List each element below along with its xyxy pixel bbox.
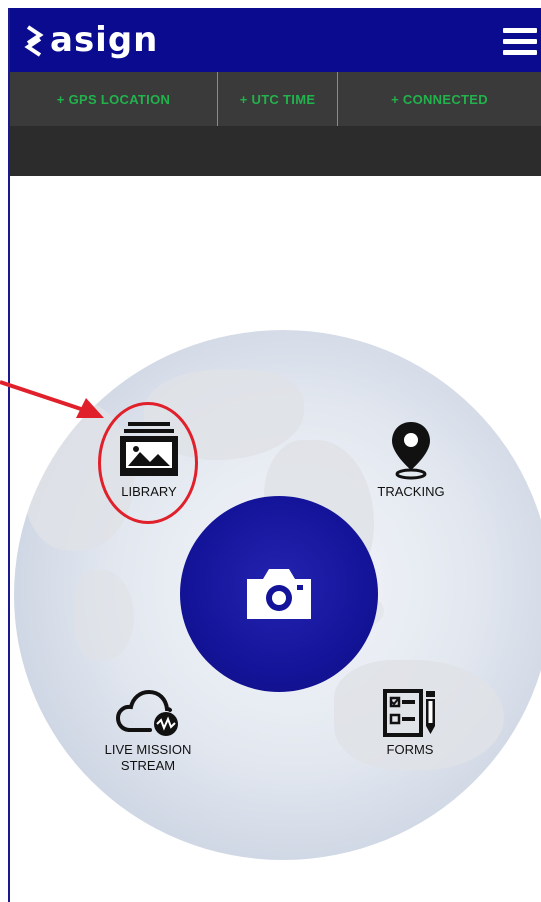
forms-label: FORMS [386, 742, 434, 757]
logo-text: asign [50, 20, 159, 60]
status-gps-location: + GPS LOCATION [10, 72, 218, 126]
tracking-button[interactable]: TRACKING [366, 420, 456, 500]
app-header: asign [10, 8, 541, 73]
app-logo: asign [24, 20, 158, 60]
live-mission-stream-label: LIVE MISSION STREAM [105, 742, 192, 774]
annotation-arrow-icon [0, 380, 104, 418]
cloud-stream-icon [116, 689, 178, 736]
tracking-label: TRACKING [377, 484, 445, 499]
live-mission-stream-button[interactable]: LIVE MISSION STREAM [98, 688, 198, 774]
highlight-ring [98, 402, 198, 524]
sub-header-band [10, 126, 541, 176]
camera-icon [247, 569, 311, 619]
camera-button[interactable] [180, 496, 378, 692]
live-mission-label-line1: LIVE MISSION [104, 742, 192, 757]
forms-icon [383, 689, 435, 737]
hamburger-menu-icon[interactable] [503, 28, 537, 56]
status-utc-time: + UTC TIME [218, 72, 338, 126]
logo-mark-icon [24, 25, 44, 57]
live-mission-label-line2: STREAM [120, 758, 176, 773]
map-pin-icon [392, 422, 430, 480]
forms-button[interactable]: FORMS [370, 688, 450, 758]
status-bar: + GPS LOCATION + UTC TIME + CONNECTED [10, 72, 541, 126]
status-connected: + CONNECTED [391, 91, 488, 107]
